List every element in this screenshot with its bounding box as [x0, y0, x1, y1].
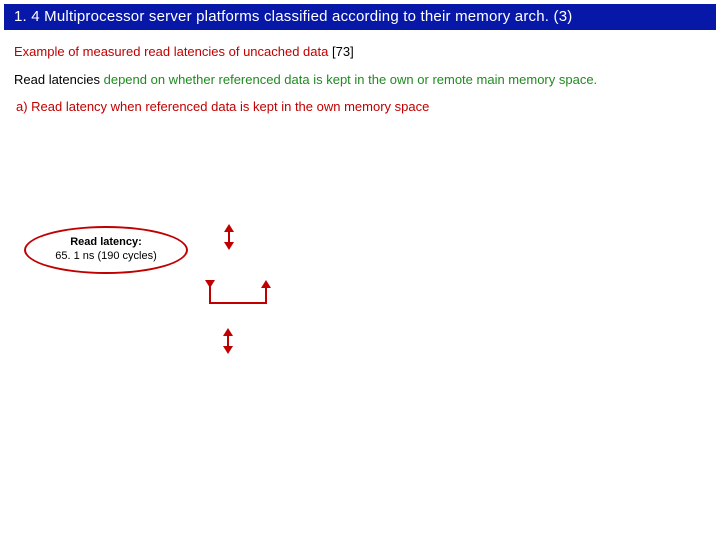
latency-callout-label: Read latency: [26, 236, 186, 250]
example-heading-text: Example of measured read latencies of un… [14, 44, 328, 59]
depends-line-rest: depend on whether referenced data is kep… [100, 72, 597, 87]
slide-title-bar: 1. 4 Multiprocessor server platforms cla… [4, 4, 716, 30]
case-a-heading: a) Read latency when referenced data is … [16, 99, 720, 114]
latency-arrow-core [224, 224, 234, 250]
diagram-area: Read latency: 65. 1 ns (190 cycles) [10, 184, 710, 504]
latency-arrow-mem [223, 328, 233, 354]
slide-title-text: 1. 4 Multiprocessor server platforms cla… [14, 8, 572, 25]
example-heading-ref: [73] [332, 44, 354, 59]
hop-arrow [208, 280, 274, 310]
depends-line: Read latencies depend on whether referen… [14, 71, 706, 89]
case-a-heading-text: a) Read latency when referenced data is … [16, 99, 429, 114]
example-heading: Example of measured read latencies of un… [14, 44, 720, 59]
latency-callout: Read latency: 65. 1 ns (190 cycles) [24, 226, 188, 274]
slide: 1. 4 Multiprocessor server platforms cla… [0, 4, 720, 544]
latency-callout-value: 65. 1 ns (190 cycles) [26, 250, 186, 264]
depends-line-lead: Read latencies [14, 72, 100, 87]
